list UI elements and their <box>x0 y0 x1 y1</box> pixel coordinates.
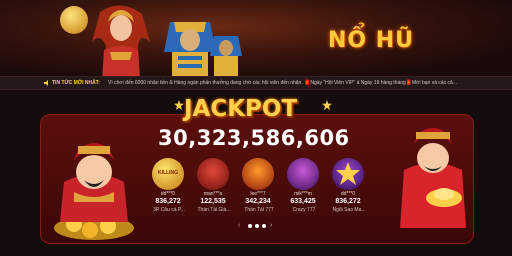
game-badge: KILLING <box>158 170 178 176</box>
winner-amount: 836,272 <box>155 198 181 205</box>
pager-dot[interactable] <box>262 224 266 228</box>
game-thumbnail <box>287 158 319 190</box>
game-thumbnail: KILLING <box>152 158 184 190</box>
banner-title: NỔ HŨ <box>328 28 415 53</box>
game-name: Thần Tài Già... <box>197 207 231 213</box>
winner-card[interactable]: dd***0 836,272 Ngôi Sao Ma... <box>330 158 366 216</box>
jackpot-title: JACKPOT <box>184 96 298 122</box>
winner-card[interactable]: lee***7 342,234 Thần Tài 777 <box>240 158 276 216</box>
winner-username: lee***7 <box>250 191 266 197</box>
game-thumbnail <box>242 158 274 190</box>
pharaoh-bust-illustration <box>210 36 242 76</box>
god-of-wealth-right-illustration <box>400 128 466 228</box>
news-ticker-text: Vì chơi đến 6000 nhận tiền & Hàng ngàn p… <box>108 80 457 86</box>
winner-card[interactable]: mik***m 633,425 Crazy 777 <box>285 158 321 216</box>
winner-username: dd***0 <box>340 191 356 197</box>
winner-amount: 342,234 <box>245 198 271 205</box>
news-label: TIN TỨC MỚI NHẤT: <box>52 80 100 86</box>
star-icon <box>174 100 184 110</box>
winner-username: man***a <box>203 191 223 197</box>
winner-amount: 122,535 <box>200 198 226 205</box>
recent-winners-list: KILLING dd***0 836,272 3P Câu cá P... ma… <box>150 158 368 218</box>
pager-dot[interactable] <box>248 224 252 228</box>
game-name: Crazy 777 <box>292 207 316 213</box>
winner-card[interactable]: man***a 122,535 Thần Tài Già... <box>195 158 231 216</box>
pager-dot[interactable] <box>255 224 259 228</box>
news-ticker-bar: TIN TỨC MỚI NHẤT: Vì chơi đến 6000 nhận … <box>0 76 512 90</box>
game-name: Ngôi Sao Ma... <box>332 207 366 213</box>
winner-username: mik***m <box>294 191 312 197</box>
game-thumbnail <box>197 158 229 190</box>
god-of-wealth-left-illustration <box>54 143 134 240</box>
game-name: Thần Tài 777 <box>244 207 274 213</box>
goddess-illustration <box>92 5 150 76</box>
star-icon <box>336 162 360 185</box>
promo-banner[interactable]: NỔ HŨ <box>0 0 512 76</box>
winner-card[interactable]: KILLING dd***0 836,272 3P Câu cá P... <box>150 158 186 216</box>
game-name: 3P Câu cá P... <box>153 207 185 213</box>
winner-amount: 836,272 <box>335 198 361 205</box>
speaker-icon <box>44 80 48 86</box>
game-thumbnail <box>332 158 364 190</box>
chevron-right-icon[interactable]: › <box>270 222 272 230</box>
carousel-pager: ‹ › <box>238 222 278 230</box>
jackpot-value: 30,323,586,606 <box>158 126 350 150</box>
star-icon <box>322 100 332 110</box>
winner-username: dd***0 <box>160 191 176 197</box>
chevron-left-icon[interactable]: ‹ <box>238 222 240 230</box>
winner-amount: 633,425 <box>290 198 316 205</box>
